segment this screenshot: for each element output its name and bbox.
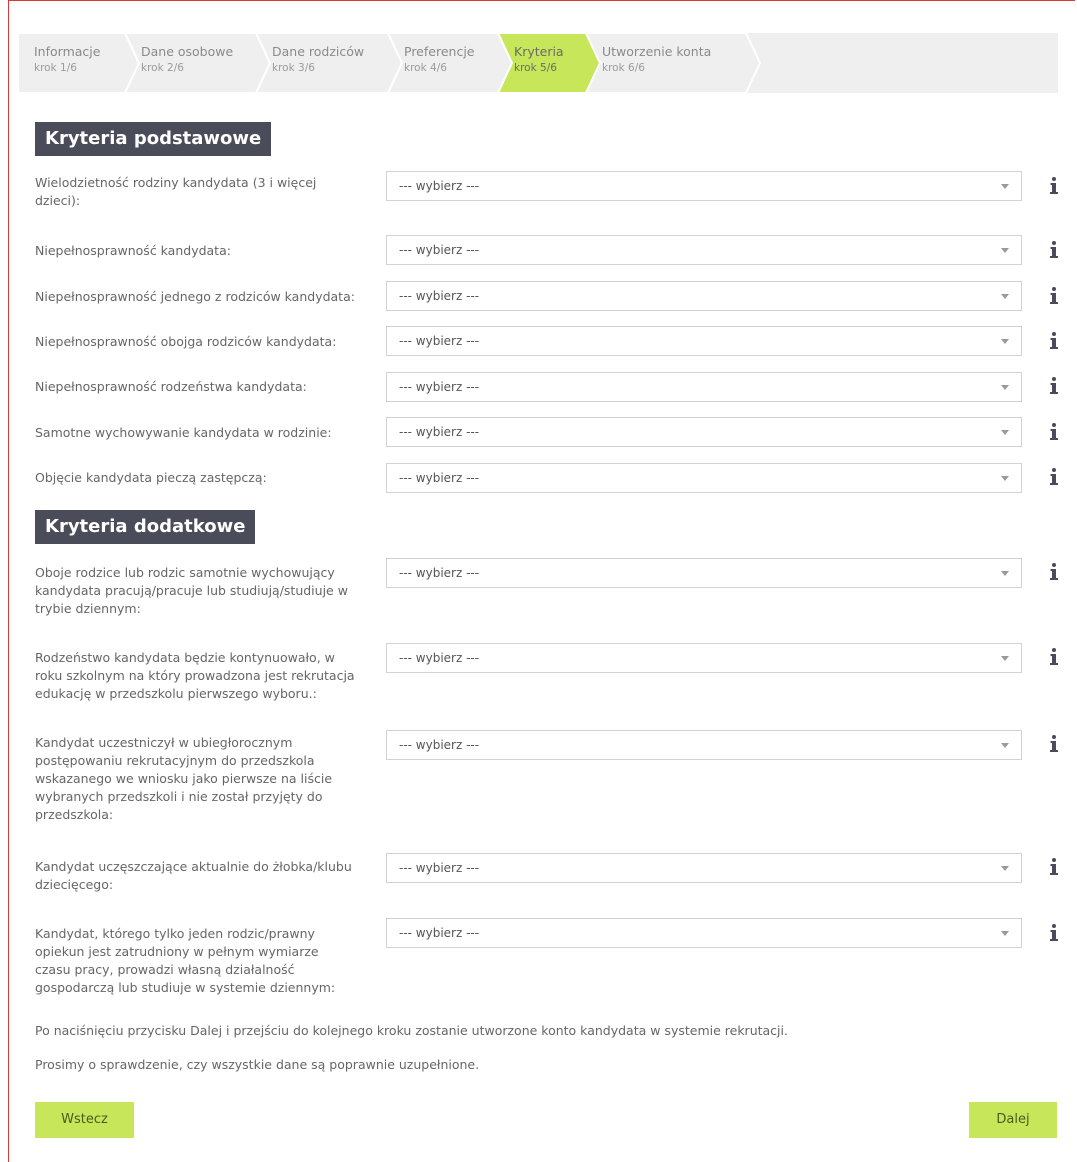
chevron-down-icon (1001, 743, 1009, 748)
info-icon[interactable] (1047, 466, 1061, 488)
info-icon[interactable] (1047, 375, 1061, 397)
select-value: --- wybierz --- (399, 861, 480, 875)
info-icon[interactable] (1047, 285, 1061, 307)
criteria-select[interactable]: --- wybierz --- (386, 730, 1022, 760)
chevron-down-icon (1001, 339, 1009, 344)
chevron-down-icon (1001, 294, 1009, 299)
info-note: Prosimy o sprawdzenie, czy wszystkie dan… (35, 1057, 480, 1072)
criteria-select[interactable]: --- wybierz --- (386, 918, 1022, 948)
chevron-down-icon (1001, 571, 1009, 576)
section-title-basic: Kryteria podstawowe (35, 122, 272, 156)
info-icon[interactable] (1047, 561, 1061, 583)
select-value: --- wybierz --- (399, 425, 480, 439)
select-value: --- wybierz --- (399, 334, 480, 348)
criteria-label: Wielodzietność rodziny kandydata (3 i wi… (35, 175, 317, 208)
info-note: Po naciśnięciu przycisku Dalej i przejśc… (35, 1023, 788, 1038)
info-icon[interactable] (1047, 421, 1061, 443)
info-icon[interactable] (1047, 330, 1061, 352)
criteria-label: Niepełnosprawność kandydata: (35, 243, 231, 258)
criteria-select[interactable]: --- wybierz --- (386, 558, 1022, 588)
select-value: --- wybierz --- (399, 738, 480, 752)
next-button[interactable]: Dalej (969, 1102, 1057, 1138)
chevron-down-icon (1001, 385, 1009, 390)
criteria-select[interactable]: --- wybierz --- (386, 643, 1022, 673)
select-value: --- wybierz --- (399, 380, 480, 394)
select-value: --- wybierz --- (399, 566, 480, 580)
info-icon[interactable] (1047, 175, 1061, 197)
select-value: --- wybierz --- (399, 179, 480, 193)
criteria-select[interactable]: --- wybierz --- (386, 235, 1022, 265)
chevron-down-icon (1001, 476, 1009, 481)
criteria-label: Kandydat uczestniczył w ubiegłorocznym p… (35, 735, 333, 822)
section-title-additional: Kryteria dodatkowe (35, 510, 256, 544)
wizard-stepper: Informacje krok 1/6 Dane osobowe krok 2/… (18, 33, 1058, 93)
criteria-label: Samotne wychowywanie kandydata w rodzini… (35, 425, 332, 440)
criteria-select[interactable]: --- wybierz --- (386, 463, 1022, 493)
step-title: Informacje (34, 44, 101, 59)
criteria-select[interactable]: --- wybierz --- (386, 417, 1022, 447)
chevron-down-icon (1001, 248, 1009, 253)
info-icon[interactable] (1047, 856, 1061, 878)
criteria-select[interactable]: --- wybierz --- (386, 171, 1022, 201)
criteria-select[interactable]: --- wybierz --- (386, 372, 1022, 402)
chevron-down-icon (1001, 430, 1009, 435)
criteria-label: Kandydat, którego tylko jeden rodzic/pra… (35, 926, 336, 995)
criteria-select[interactable]: --- wybierz --- (386, 326, 1022, 356)
step-subtitle: krok 1/6 (34, 62, 77, 74)
chevron-down-icon (1001, 656, 1009, 661)
select-value: --- wybierz --- (399, 243, 480, 257)
step-title: Dane rodziców (272, 44, 365, 59)
step-subtitle: krok 5/6 (514, 62, 557, 74)
step-subtitle: krok 3/6 (272, 62, 315, 74)
chevron-down-icon (1001, 866, 1009, 871)
step-title: Kryteria (514, 44, 564, 59)
select-value: --- wybierz --- (399, 651, 480, 665)
criteria-label: Objęcie kandydata pieczą zastępczą: (35, 470, 267, 485)
info-icon[interactable] (1047, 922, 1061, 944)
step-subtitle: krok 4/6 (404, 62, 447, 74)
chevron-down-icon (1001, 931, 1009, 936)
criteria-label: Niepełnosprawność jednego z rodziców kan… (35, 289, 355, 304)
select-value: --- wybierz --- (399, 471, 480, 485)
criteria-label: Rodzeństwo kandydata będzie kontynuowało… (35, 650, 355, 701)
info-icon[interactable] (1047, 239, 1061, 261)
step-title: Dane osobowe (141, 44, 234, 59)
chevron-down-icon (1001, 184, 1009, 189)
info-icon[interactable] (1047, 733, 1061, 755)
step-title: Preferencje (404, 44, 475, 59)
step-title: Utworzenie konta (602, 44, 712, 59)
step-subtitle: krok 2/6 (141, 62, 184, 74)
info-icon[interactable] (1047, 646, 1061, 668)
criteria-select[interactable]: --- wybierz --- (386, 281, 1022, 311)
back-button[interactable]: Wstecz (35, 1102, 134, 1138)
criteria-select[interactable]: --- wybierz --- (386, 853, 1022, 883)
criteria-label: Niepełnosprawność rodzeństwa kandydata: (35, 379, 307, 394)
step-subtitle: krok 6/6 (602, 62, 645, 74)
criteria-label: Oboje rodzice lub rodzic samotnie wychow… (35, 565, 348, 616)
criteria-label: Kandydat uczęszczające aktualnie do żłob… (35, 859, 352, 892)
select-value: --- wybierz --- (399, 289, 480, 303)
criteria-label: Niepełnosprawność obojga rodziców kandyd… (35, 334, 337, 349)
select-value: --- wybierz --- (399, 926, 480, 940)
